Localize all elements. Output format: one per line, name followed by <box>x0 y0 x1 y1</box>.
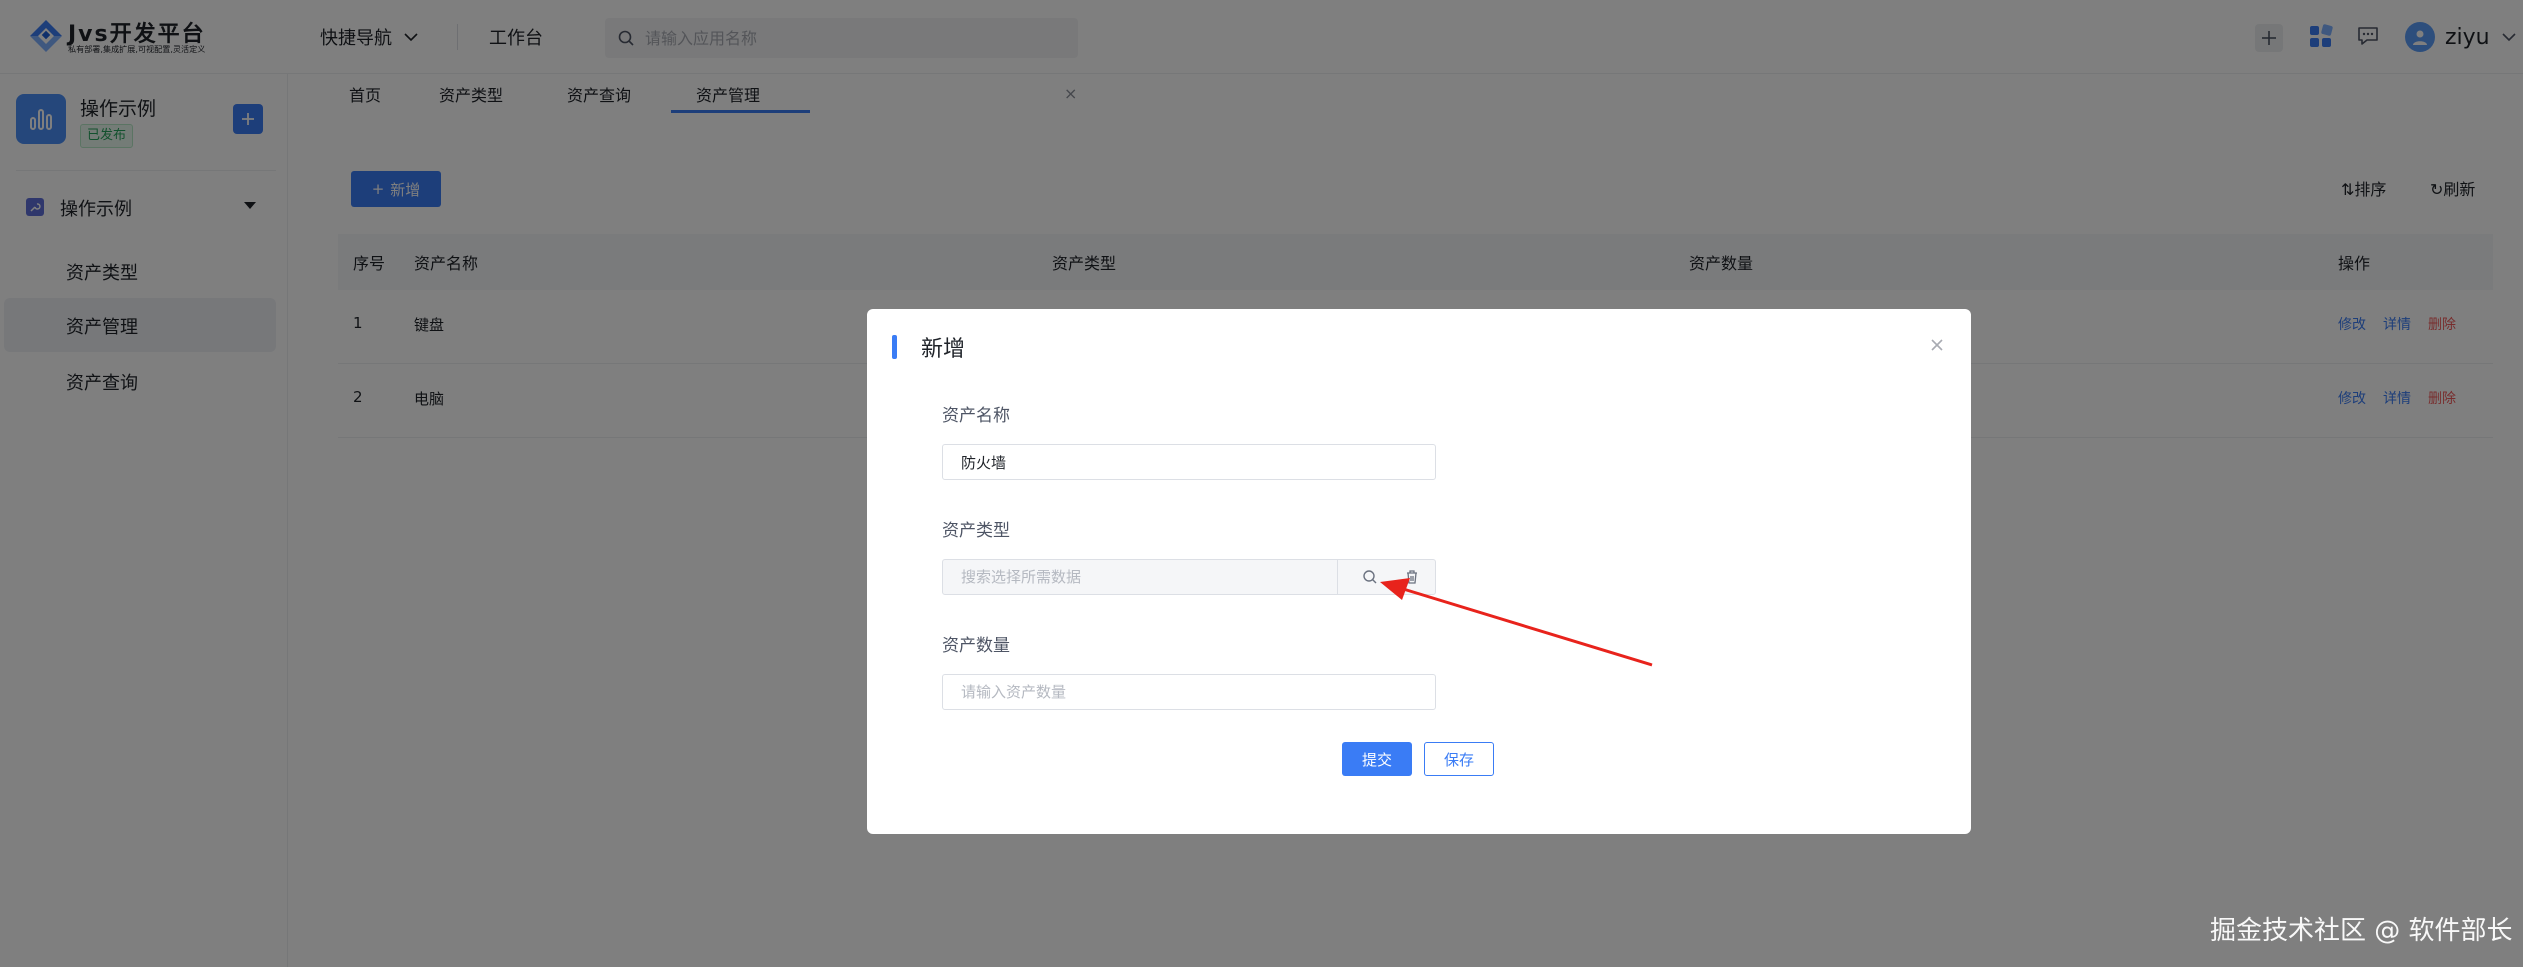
asset-name-label: 资产名称 <box>942 406 1010 426</box>
submit-button[interactable]: 提交 <box>1342 742 1412 776</box>
picker-divider <box>1337 560 1338 594</box>
save-button[interactable]: 保存 <box>1424 742 1494 776</box>
asset-type-input[interactable] <box>943 560 1335 594</box>
watermark: 掘金技术社区 @ 软件部长 <box>2210 916 2513 946</box>
asset-quantity-input[interactable] <box>942 674 1436 710</box>
close-icon[interactable] <box>1927 335 1947 355</box>
annotation-arrow-icon <box>1380 578 1653 667</box>
asset-type-picker[interactable] <box>942 559 1436 595</box>
asset-quantity-label: 资产数量 <box>942 636 1010 656</box>
asset-name-input[interactable] <box>942 444 1436 480</box>
asset-type-label: 资产类型 <box>942 521 1010 541</box>
dialog-title-accent <box>892 335 897 359</box>
dialog-title: 新增 <box>921 337 966 362</box>
